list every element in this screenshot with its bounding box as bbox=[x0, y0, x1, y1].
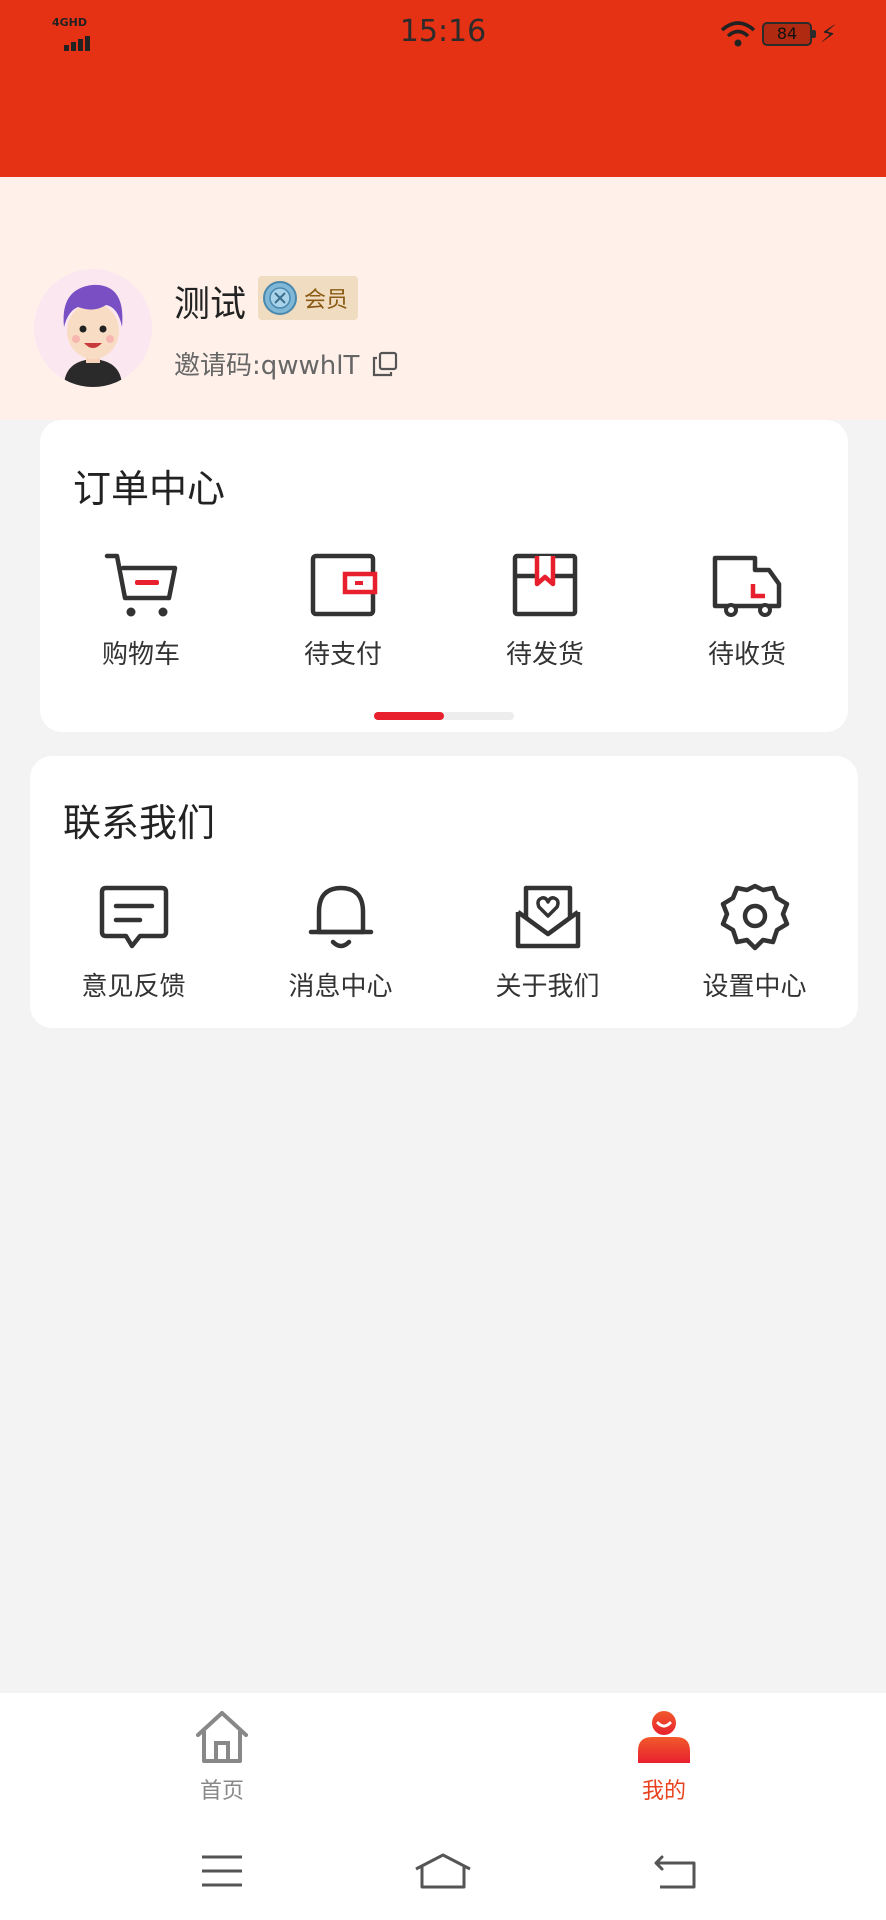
battery-indicator: 84 bbox=[762, 22, 816, 46]
system-nav-bar bbox=[0, 1833, 886, 1920]
contact-us-card: 联系我们 意见反馈 消息中心 关于我们 设置中心 bbox=[30, 756, 858, 1028]
home-icon bbox=[196, 1711, 248, 1763]
menu-icon[interactable] bbox=[200, 1851, 244, 1891]
top-header: 4GHD 15:16 84 ⚡ bbox=[0, 0, 886, 177]
feedback-button[interactable]: 意见反馈 bbox=[30, 882, 237, 1003]
settings-label: 设置中心 bbox=[702, 972, 807, 1002]
tab-mine-label: 我的 bbox=[641, 1779, 686, 1804]
wallet-icon bbox=[310, 553, 378, 617]
tab-home[interactable]: 首页 bbox=[152, 1707, 292, 1805]
bottom-tab-bar: 首页 我的 bbox=[0, 1693, 886, 1833]
tab-mine[interactable]: 我的 bbox=[594, 1707, 734, 1805]
home-nav-icon[interactable] bbox=[414, 1851, 472, 1891]
medal-icon bbox=[263, 281, 297, 315]
gear-icon bbox=[720, 883, 789, 951]
feedback-label: 意见反馈 bbox=[81, 972, 186, 1002]
charging-icon: ⚡ bbox=[820, 20, 837, 48]
copy-icon[interactable] bbox=[371, 350, 399, 378]
contact-us-title: 联系我们 bbox=[63, 801, 216, 845]
invite-code: 邀请码:qwwhlT bbox=[174, 345, 399, 382]
bell-icon bbox=[308, 885, 373, 949]
cart-button[interactable]: 购物车 bbox=[40, 550, 242, 671]
pending-shipment-label: 待发货 bbox=[505, 640, 584, 670]
about-us-label: 关于我们 bbox=[495, 972, 600, 1002]
order-center-card: 订单中心 购物车 待支付 待发货 待收货 bbox=[40, 420, 848, 732]
avatar[interactable] bbox=[34, 269, 152, 387]
settings-button[interactable]: 设置中心 bbox=[651, 882, 858, 1003]
username: 测试 bbox=[174, 284, 247, 325]
about-us-button[interactable]: 关于我们 bbox=[444, 882, 651, 1003]
pending-receipt-button[interactable]: 待收货 bbox=[646, 550, 848, 671]
box-icon bbox=[512, 553, 578, 617]
mail-heart-icon bbox=[515, 885, 580, 949]
cart-label: 购物车 bbox=[101, 640, 180, 670]
member-badge: 会员 bbox=[258, 276, 359, 320]
member-badge-label: 会员 bbox=[304, 288, 349, 313]
truck-icon bbox=[712, 555, 782, 617]
person-icon bbox=[638, 1711, 690, 1763]
pending-payment-button[interactable]: 待支付 bbox=[242, 550, 444, 671]
pending-shipment-button[interactable]: 待发货 bbox=[444, 550, 646, 671]
tab-home-label: 首页 bbox=[199, 1779, 244, 1804]
pending-receipt-label: 待收货 bbox=[707, 640, 786, 670]
message-center-button[interactable]: 消息中心 bbox=[237, 882, 444, 1003]
invite-code-text: 邀请码:qwwhlT bbox=[174, 351, 360, 381]
order-center-title: 订单中心 bbox=[73, 467, 226, 511]
page-indicator-active bbox=[374, 712, 444, 720]
profile-section: 测试 会员 邀请码:qwwhlT bbox=[0, 177, 886, 420]
wifi-icon bbox=[720, 21, 756, 47]
feedback-icon bbox=[99, 885, 168, 949]
message-center-label: 消息中心 bbox=[288, 972, 393, 1002]
back-icon[interactable] bbox=[652, 1851, 698, 1891]
pending-payment-label: 待支付 bbox=[303, 640, 382, 670]
page-indicator bbox=[374, 712, 514, 720]
cart-icon bbox=[104, 553, 178, 617]
